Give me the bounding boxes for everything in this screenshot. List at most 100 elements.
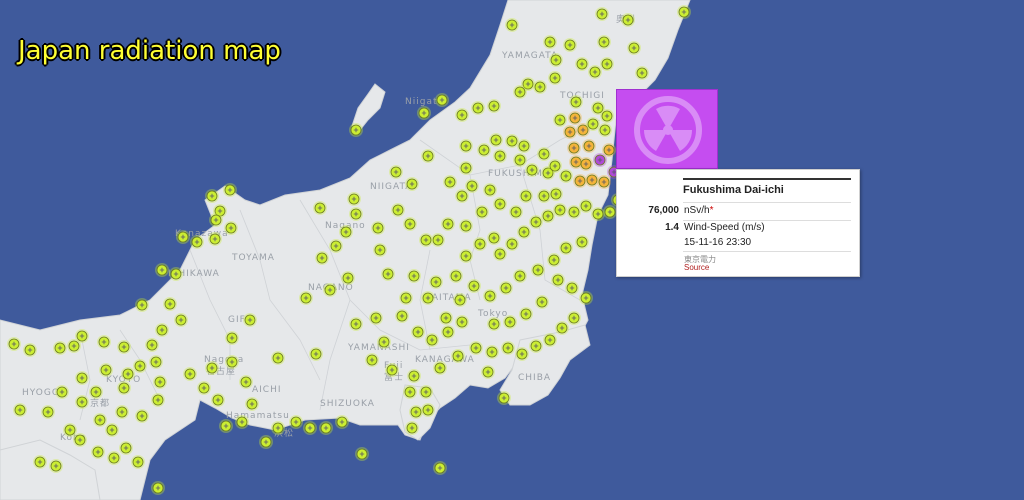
sensor-marker[interactable]	[223, 183, 237, 197]
sensor-marker[interactable]	[421, 291, 435, 305]
sensor-marker[interactable]	[519, 189, 533, 203]
sensor-marker[interactable]	[209, 213, 223, 227]
sensor-marker[interactable]	[513, 85, 527, 99]
sensor-marker[interactable]	[417, 106, 431, 120]
sensor-marker[interactable]	[377, 335, 391, 349]
sensor-marker[interactable]	[419, 385, 433, 399]
sensor-marker[interactable]	[549, 53, 563, 67]
sensor-marker[interactable]	[473, 237, 487, 251]
sensor-marker[interactable]	[505, 237, 519, 251]
sensor-marker[interactable]	[529, 339, 543, 353]
sensor-marker[interactable]	[174, 313, 188, 327]
sensor-marker[interactable]	[391, 203, 405, 217]
sensor-marker[interactable]	[235, 415, 249, 429]
sensor-marker[interactable]	[107, 451, 121, 465]
source-link[interactable]: Source	[684, 263, 709, 272]
sensor-marker[interactable]	[75, 395, 89, 409]
sensor-marker[interactable]	[551, 273, 565, 287]
sensor-marker[interactable]	[145, 338, 159, 352]
sensor-marker[interactable]	[49, 459, 63, 473]
sensor-marker[interactable]	[271, 351, 285, 365]
sensor-marker[interactable]	[485, 345, 499, 359]
sensor-marker[interactable]	[313, 201, 327, 215]
sensor-marker[interactable]	[53, 341, 67, 355]
sensor-marker[interactable]	[459, 139, 473, 153]
sensor-marker[interactable]	[459, 249, 473, 263]
sensor-marker[interactable]	[568, 111, 582, 125]
sensor-marker[interactable]	[133, 359, 147, 373]
sensor-marker[interactable]	[548, 71, 562, 85]
sensor-marker[interactable]	[575, 57, 589, 71]
sensor-marker[interactable]	[573, 174, 587, 188]
sensor-marker[interactable]	[225, 331, 239, 345]
sensor-marker[interactable]	[469, 341, 483, 355]
sensor-marker[interactable]	[487, 231, 501, 245]
sensor-marker[interactable]	[373, 243, 387, 257]
sensor-marker[interactable]	[119, 441, 133, 455]
sensor-marker[interactable]	[579, 199, 593, 213]
sensor-marker[interactable]	[429, 275, 443, 289]
sensor-marker[interactable]	[567, 141, 581, 155]
sensor-marker[interactable]	[421, 403, 435, 417]
sensor-marker[interactable]	[588, 65, 602, 79]
sensor-marker[interactable]	[155, 263, 169, 277]
sensor-marker[interactable]	[169, 267, 183, 281]
sensor-marker[interactable]	[433, 461, 447, 475]
sensor-marker[interactable]	[567, 311, 581, 325]
sensor-marker[interactable]	[465, 179, 479, 193]
nuclear-plant-marker[interactable]	[616, 89, 718, 169]
sensor-marker[interactable]	[303, 421, 317, 435]
sensor-marker[interactable]	[399, 291, 413, 305]
sensor-marker[interactable]	[555, 321, 569, 335]
sensor-marker[interactable]	[503, 315, 517, 329]
sensor-marker[interactable]	[455, 189, 469, 203]
sensor-marker[interactable]	[211, 393, 225, 407]
sensor-marker[interactable]	[425, 333, 439, 347]
sensor-marker[interactable]	[409, 405, 423, 419]
sensor-marker[interactable]	[459, 161, 473, 175]
sensor-marker[interactable]	[598, 123, 612, 137]
sensor-marker[interactable]	[239, 375, 253, 389]
sensor-marker[interactable]	[548, 159, 562, 173]
map-view[interactable]: YAMAGATA Niigata NIIGATA FUKUSHIMA TOYAMA ISH…	[0, 0, 1024, 500]
sensor-marker[interactable]	[549, 187, 563, 201]
sensor-marker[interactable]	[381, 267, 395, 281]
sensor-marker[interactable]	[553, 203, 567, 217]
sensor-marker[interactable]	[635, 66, 649, 80]
sensor-marker[interactable]	[627, 41, 641, 55]
sensor-marker[interactable]	[259, 435, 273, 449]
sensor-marker[interactable]	[563, 125, 577, 139]
sensor-marker[interactable]	[205, 361, 219, 375]
sensor-marker[interactable]	[93, 413, 107, 427]
sensor-marker[interactable]	[407, 269, 421, 283]
sensor-marker[interactable]	[355, 447, 369, 461]
sensor-marker[interactable]	[475, 205, 489, 219]
sensor-marker[interactable]	[547, 253, 561, 267]
sensor-marker[interactable]	[190, 235, 204, 249]
sensor-marker[interactable]	[435, 93, 449, 107]
sensor-marker[interactable]	[565, 281, 579, 295]
sensor-marker[interactable]	[403, 385, 417, 399]
sensor-marker[interactable]	[63, 423, 77, 437]
sensor-marker[interactable]	[243, 313, 257, 327]
sensor-marker[interactable]	[41, 405, 55, 419]
sensor-marker[interactable]	[117, 340, 131, 354]
sensor-marker[interactable]	[67, 339, 81, 353]
sensor-marker[interactable]	[271, 421, 285, 435]
sensor-marker[interactable]	[89, 385, 103, 399]
sensor-marker[interactable]	[319, 421, 333, 435]
sensor-marker[interactable]	[33, 455, 47, 469]
sensor-marker[interactable]	[105, 423, 119, 437]
sensor-marker[interactable]	[135, 298, 149, 312]
sensor-marker[interactable]	[455, 315, 469, 329]
sensor-marker[interactable]	[347, 192, 361, 206]
station-info-popup[interactable]: Fukushima Dai-ichi 76,000 nSv/h* 1.4 Win…	[616, 169, 860, 277]
sensor-marker[interactable]	[501, 341, 515, 355]
sensor-marker[interactable]	[597, 175, 611, 189]
sensor-marker[interactable]	[97, 335, 111, 349]
sensor-marker[interactable]	[365, 353, 379, 367]
sensor-marker[interactable]	[579, 291, 593, 305]
sensor-marker[interactable]	[7, 337, 21, 351]
sensor-marker[interactable]	[543, 35, 557, 49]
sensor-marker[interactable]	[341, 271, 355, 285]
